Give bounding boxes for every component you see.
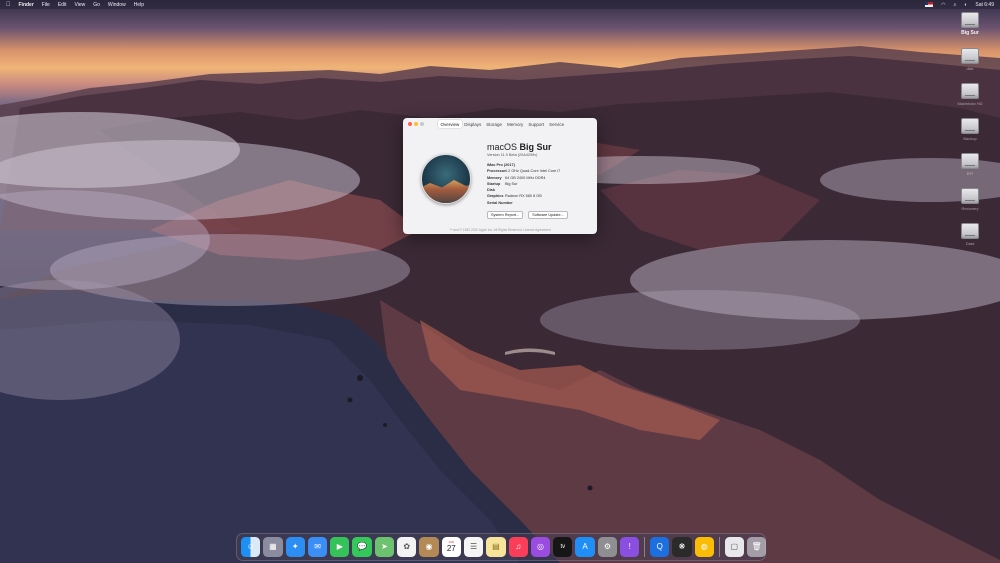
chrome-icon[interactable]: ◍ (694, 537, 714, 557)
control-center-icon[interactable]: ◐ (964, 2, 967, 8)
desktop-drive[interactable]: Backup (948, 118, 992, 141)
copyright-footer: ™ and © 1983-2020 Apple Inc. All Rights … (449, 228, 551, 232)
os-title: macOS Big Sur (487, 142, 591, 152)
desktop-drive-label: Backup (963, 136, 977, 141)
desktop-drive-label: Big Sur (961, 30, 979, 36)
os-version: Version 11.0 Beta (20A4299v) (487, 153, 538, 157)
desktop-drive-label: EFI (966, 171, 974, 176)
feedback-icon[interactable]: ! (620, 537, 640, 557)
menu-clock[interactable]: Sat 6:49 (975, 2, 994, 8)
app-store-icon[interactable]: A (575, 537, 595, 557)
os-title-bold: Big Sur (517, 142, 552, 152)
tab-support[interactable]: Support (526, 120, 547, 128)
reminders-icon[interactable]: ☰ (463, 537, 484, 557)
zoom-button[interactable] (420, 122, 424, 126)
menu-go[interactable]: Go (93, 2, 100, 8)
tab-service[interactable]: Service (547, 120, 567, 128)
window-titlebar[interactable]: Overview Displays Storage Memory Support… (403, 118, 597, 130)
calendar-day: 27 (446, 544, 456, 554)
podcasts-icon[interactable]: ◎ (530, 537, 551, 557)
menu-edit[interactable]: Edit (58, 2, 67, 8)
menu-bar:  Finder File Edit View Go Window Help ◠… (0, 0, 1000, 9)
menu-view[interactable]: View (74, 2, 85, 8)
about-this-mac-window: Overview Displays Storage Memory Support… (403, 118, 597, 234)
system-report-button[interactable]: System Report... (487, 211, 524, 220)
spec-key: Startup Disk (487, 181, 501, 193)
contacts-icon[interactable]: ◉ (419, 537, 439, 557)
macos-big-sur-icon (421, 154, 471, 204)
desktop-drive-label: Recovery (961, 206, 979, 211)
spec-value: Big Sur (505, 181, 518, 186)
drive-icon (961, 153, 979, 169)
tab-bar: Overview Displays Storage Memory Support… (438, 120, 567, 128)
desktop-drive-label: Macintosh HD (957, 101, 983, 106)
dock-separator (644, 537, 646, 557)
overview-pane: macOS Big Sur Version 11.0 Beta (20A4299… (403, 130, 597, 234)
drive-icon (961, 118, 979, 134)
drive-icon (961, 223, 979, 239)
desktop-drive-label: disk (966, 66, 974, 71)
menu-window[interactable]: Window (108, 2, 126, 8)
input-source-flag-icon[interactable] (925, 2, 934, 7)
safari-icon[interactable]: ✦ (285, 537, 305, 557)
menu-bar-left:  Finder File Edit View Go Window Help (6, 2, 144, 8)
search-icon[interactable]: ⌕ (954, 2, 957, 8)
mail-icon[interactable]: ✉ (307, 537, 328, 557)
maps-icon[interactable]: ➤ (374, 537, 395, 557)
app-menu-finder[interactable]: Finder (19, 2, 34, 8)
music-icon[interactable]: ♫ (508, 537, 528, 557)
action-buttons: System Report... Software Update... (487, 211, 591, 220)
photos-icon[interactable]: ✿ (397, 537, 417, 557)
os-title-light: macOS (487, 142, 518, 152)
messages-icon[interactable]: 💬 (352, 537, 372, 557)
spec-list: iMac Pro (2017) Processor 4.2 GHz Quad-Co… (487, 162, 591, 206)
davinci-icon[interactable]: ❋ (672, 537, 692, 557)
quicktime-icon[interactable]: Q (650, 537, 670, 557)
spec-key: Serial Number (487, 200, 513, 205)
trash-icon[interactable]: 🗑 (746, 537, 767, 557)
desktop-drive-big-sur[interactable]: Big Sur (948, 12, 992, 36)
desktop-drive-label: Data (965, 241, 975, 246)
software-update-button[interactable]: Software Update... (528, 211, 568, 220)
launchpad-icon[interactable]: ▦ (263, 537, 283, 557)
close-button[interactable] (408, 122, 412, 126)
tab-overview[interactable]: Overview (438, 120, 462, 128)
desktop-wallpaper (0, 0, 1000, 563)
desktop-drive[interactable]: disk (948, 48, 992, 71)
desktop-drive[interactable]: Macintosh HD (948, 83, 992, 106)
desktop-icons: Big Sur disk Macintosh HD Backup EFI Rec… (948, 12, 992, 258)
tv-icon[interactable]: tv (553, 537, 573, 557)
minimize-button[interactable] (414, 122, 418, 126)
menu-help[interactable]: Help (134, 2, 144, 8)
drive-icon (961, 48, 979, 64)
spec-row-serial: Serial Number (487, 200, 591, 206)
drive-icon (961, 188, 979, 204)
system-info: macOS Big Sur Version 11.0 Beta (20A4299… (487, 142, 591, 220)
calendar-icon[interactable]: JUN 27 (441, 537, 461, 557)
wifi-icon[interactable]: ◠ (941, 2, 945, 8)
tab-displays[interactable]: Displays (462, 120, 484, 128)
spec-row-startup-disk: Startup Disk Big Sur (487, 181, 591, 194)
desktop-drive[interactable]: Data (948, 223, 992, 246)
finder-icon[interactable]: ☺ (241, 537, 261, 557)
dock: ☺ ▦ ✦ ✉ ▶ 💬 ➤ ✿ ◉ JUN 27 ☰ ▤ ♫ ◎ tv A ⚙! Q ❋ ◍ ▢ 🗑 (236, 533, 767, 561)
menu-bar-right: ◠ ⌕ ◐ Sat 6:49 (925, 2, 994, 8)
menu-file[interactable]: File (42, 2, 50, 8)
drive-icon (961, 83, 979, 99)
tab-storage[interactable]: Storage (484, 120, 505, 128)
desktop-drive[interactable]: Recovery (948, 188, 992, 211)
dock-separator (718, 537, 720, 557)
facetime-icon[interactable]: ▶ (330, 537, 350, 557)
desktop-drive[interactable]: EFI (948, 153, 992, 176)
notes-icon[interactable]: ▤ (486, 537, 506, 557)
window-controls (408, 122, 424, 126)
apple-menu-icon[interactable]:  (6, 2, 11, 8)
tab-memory[interactable]: Memory (505, 120, 526, 128)
document-icon[interactable]: ▢ (724, 537, 744, 557)
system-preferences-icon[interactable]: ⚙ (597, 537, 618, 557)
drive-icon (961, 12, 979, 28)
